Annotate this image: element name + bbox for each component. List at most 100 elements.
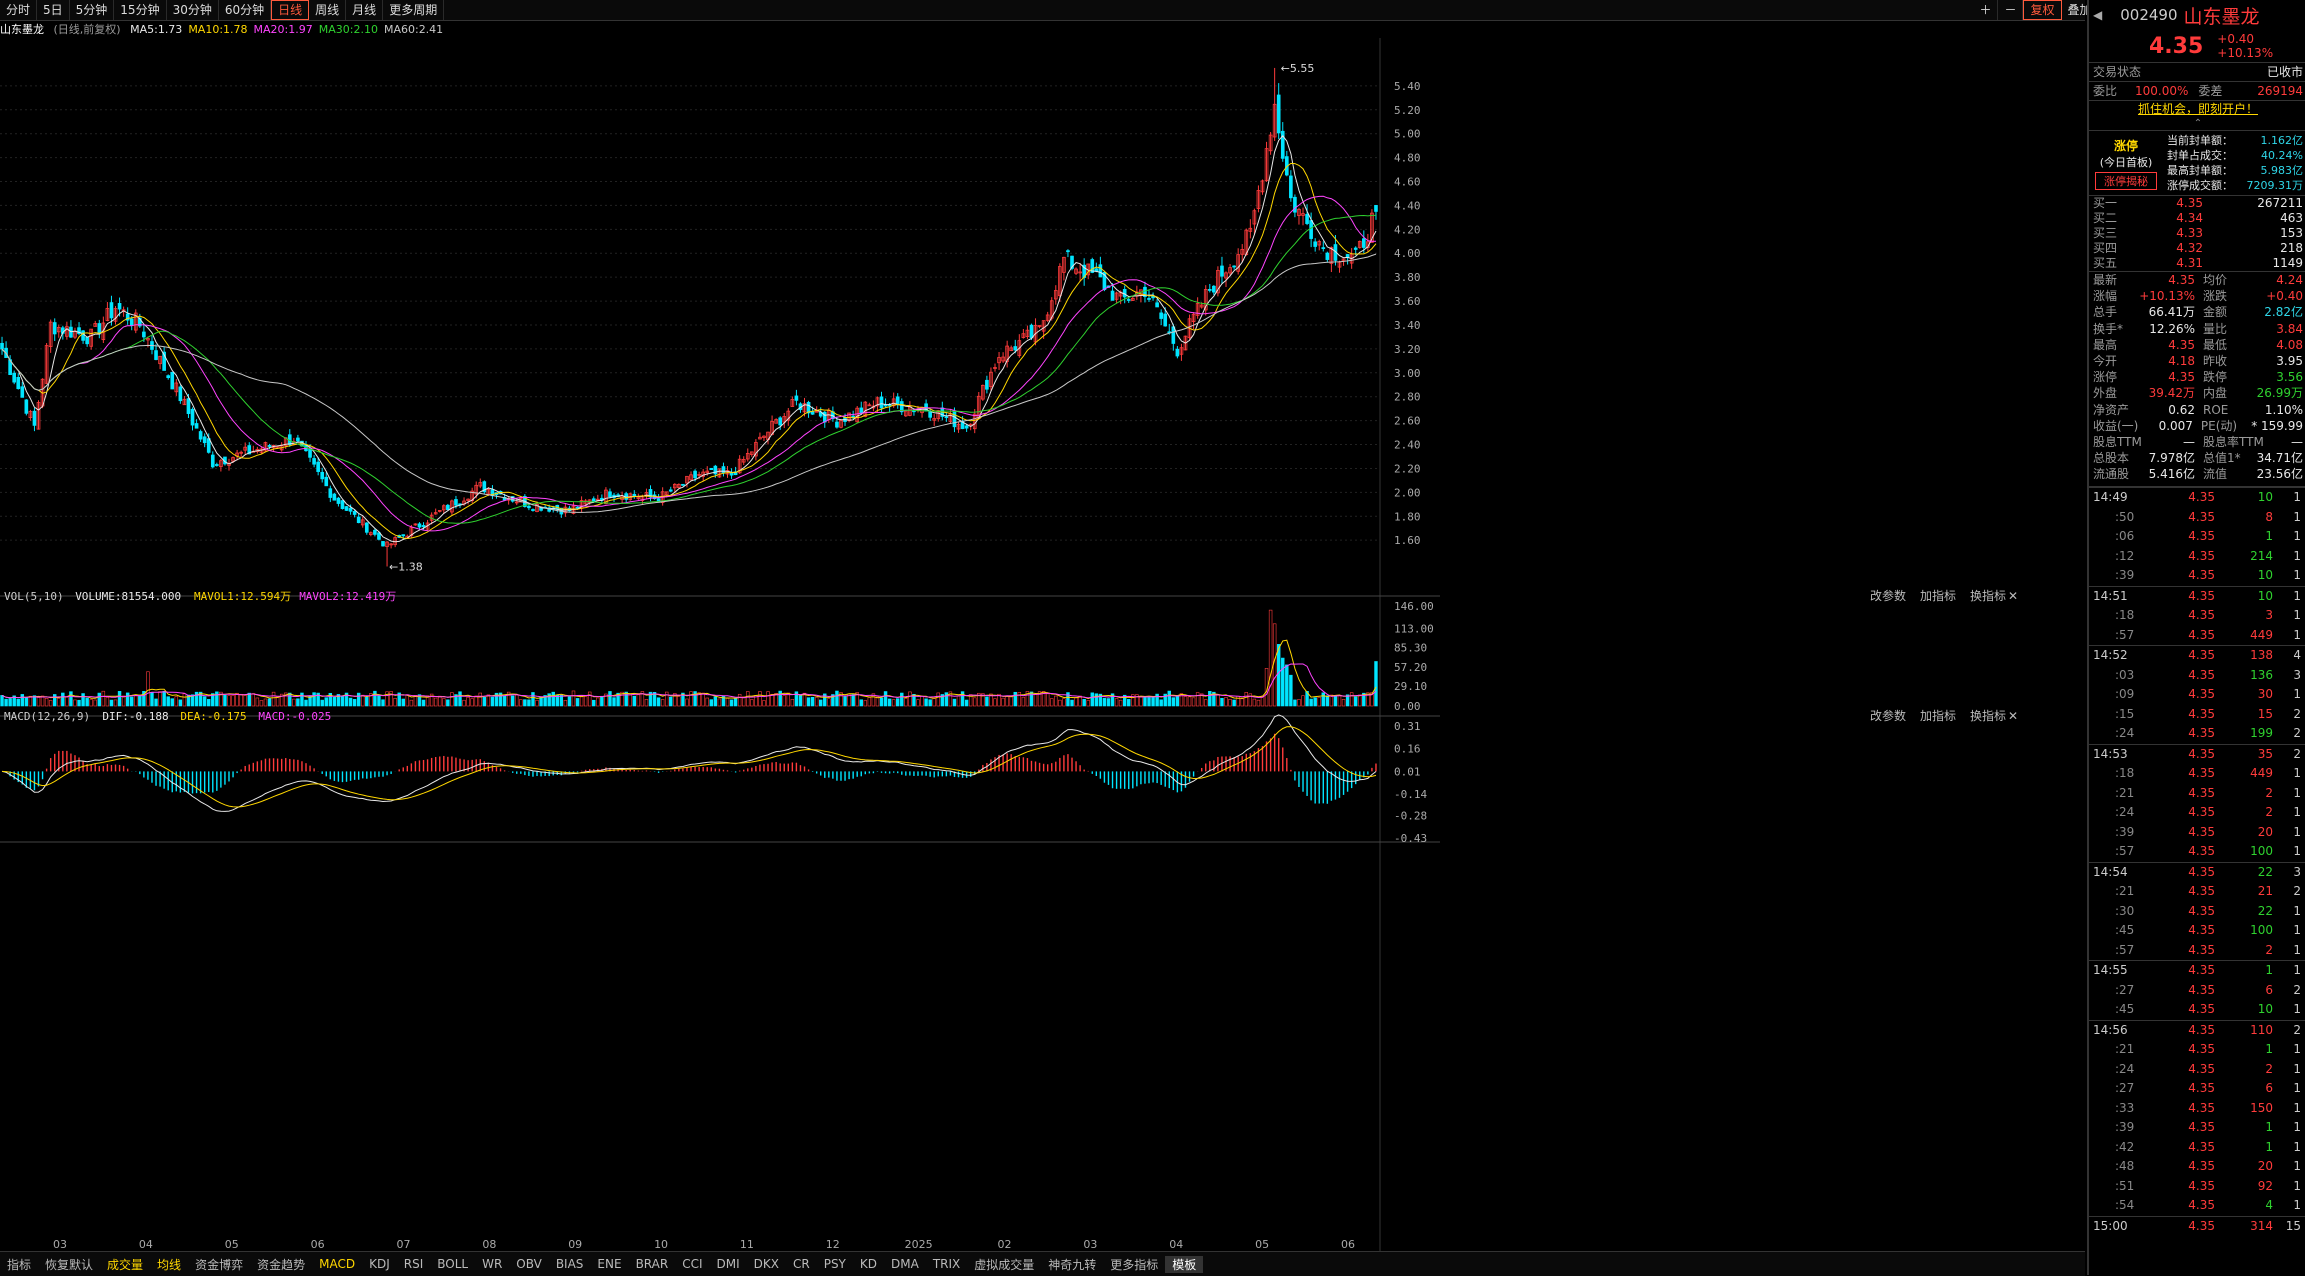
tick-row: :27 4.35 6 2 [2089, 981, 2305, 1001]
volume-bar [766, 691, 770, 707]
candle-body [364, 522, 369, 533]
pane-tool-button[interactable]: 换指标 [1970, 588, 2006, 603]
tick-count: 1 [2293, 1100, 2301, 1115]
collapse-icon[interactable]: ⌃ [2089, 118, 2305, 130]
indicator-tab-17[interactable]: DKX [747, 1257, 786, 1271]
indicator-tab-13[interactable]: ENE [590, 1257, 628, 1271]
volume-bar [579, 696, 584, 707]
candle-body [210, 454, 215, 468]
indicator-tab-20[interactable]: KD [853, 1257, 884, 1271]
limit-reveal-button[interactable]: 涨停揭秘 [2095, 172, 2157, 190]
x-tick-label: 09 [568, 1238, 582, 1251]
indicator-tab-2[interactable]: 成交量 [100, 1256, 150, 1273]
volume-bar [1337, 695, 1342, 707]
period-tab-4[interactable]: 30分钟 [167, 0, 219, 20]
tick-volume: 1 [2265, 1139, 2273, 1154]
candle-body [1305, 214, 1309, 224]
zoom-out-icon[interactable]: － [1998, 0, 2024, 20]
tick-row: :39 4.35 10 1 [2089, 566, 2305, 586]
period-tab-7[interactable]: 周线 [309, 0, 347, 20]
period-tab-1[interactable]: 5日 [37, 0, 70, 20]
candle-body [52, 322, 57, 335]
period-tab-2[interactable]: 5分钟 [70, 0, 115, 20]
limit-row: 当前封单额： 1.162亿 [2163, 133, 2305, 148]
tick-time: :48 [2115, 1159, 2135, 1174]
indicator-tab-22[interactable]: TRIX [926, 1257, 967, 1271]
tick-row: :27 4.35 6 1 [2089, 1079, 2305, 1099]
indicator-tab-18[interactable]: CR [786, 1257, 817, 1271]
period-tab-0[interactable]: 分时 [0, 0, 38, 20]
volume-bar [1086, 700, 1090, 707]
close-pane-icon[interactable]: ✕ [2008, 709, 2018, 723]
tick-time: 14:52 [2093, 648, 2128, 663]
indicator-tab-12[interactable]: BIAS [549, 1257, 591, 1271]
stat-value: 1.10% [2264, 402, 2303, 417]
indicator-tab-14[interactable]: BRAR [629, 1257, 676, 1271]
tick-time: :12 [2115, 548, 2135, 563]
toolbar-right-btn-0[interactable]: 复权 [2023, 0, 2062, 20]
stat-value: 3.84 [2276, 321, 2303, 336]
candle-body [1066, 250, 1070, 253]
tick-time: :18 [2115, 608, 2135, 623]
indicator-tab-5[interactable]: 资金趋势 [250, 1256, 312, 1273]
indicator-tab-7[interactable]: KDJ [362, 1257, 397, 1271]
volume-bar [332, 696, 337, 707]
candle-body [794, 395, 799, 401]
pane-tool-button[interactable]: 改参数 [1870, 708, 1906, 723]
period-tab-6[interactable]: 日线 [271, 0, 310, 20]
stock-name: 山东墨龙 [2183, 5, 2260, 28]
candle-body [446, 504, 450, 511]
indicator-tab-10[interactable]: WR [475, 1257, 509, 1271]
tick-price: 4.35 [2188, 509, 2215, 524]
volume-bar [1353, 696, 1358, 707]
indicator-tab-1[interactable]: 恢复默认 [38, 1256, 100, 1273]
indicator-tab-26[interactable]: 模板 [1165, 1255, 1204, 1273]
pane-tool-button[interactable]: 加指标 [1920, 588, 1956, 603]
period-tab-9[interactable]: 更多周期 [383, 0, 445, 20]
pane-tool-button[interactable]: 改参数 [1870, 588, 1906, 603]
indicator-tab-25[interactable]: 更多指标 [1103, 1256, 1165, 1273]
tick-count: 2 [2293, 746, 2301, 761]
indicator-tab-3[interactable]: 均线 [150, 1256, 188, 1273]
indicator-tab-24[interactable]: 神奇九转 [1041, 1256, 1103, 1273]
period-tab-5[interactable]: 60分钟 [219, 0, 272, 20]
volume-bar [365, 696, 369, 707]
price-tick-label: 5.40 [1394, 80, 1421, 93]
indicator-tab-4[interactable]: 资金博弈 [188, 1256, 250, 1273]
period-tab-3[interactable]: 15分钟 [114, 0, 167, 20]
stat-value: 2.82亿 [2264, 305, 2303, 320]
indicator-tab-21[interactable]: DMA [884, 1257, 926, 1271]
candle-body [1207, 289, 1212, 291]
indicator-tab-0[interactable]: 指标 [0, 1256, 38, 1273]
close-pane-icon[interactable]: ✕ [2008, 589, 2018, 603]
tick-time: :54 [2115, 1198, 2135, 1213]
indicator-tab-8[interactable]: RSI [397, 1257, 431, 1271]
volume-bar [1297, 699, 1301, 707]
period-tab-8[interactable]: 月线 [346, 0, 384, 20]
indicator-tab-19[interactable]: PSY [817, 1257, 853, 1271]
indicator-tab-15[interactable]: CCI [675, 1257, 709, 1271]
tick-row: 14:54 4.35 22 3 [2089, 861, 2305, 883]
pane-tool-button[interactable]: 换指标 [1970, 708, 2006, 723]
stat-value: 34.71亿 [2256, 451, 2303, 466]
tick-count: 3 [2293, 667, 2301, 682]
quote-panel: ◀ 002490 山东墨龙 4.35 +0.40 +10.13% 交易状态 已收… [2087, 0, 2305, 1275]
pane-tool-button[interactable]: 加指标 [1920, 708, 1956, 723]
kline-chart[interactable]: 5.40 5.20 5.00 4.80 4.60 4.40 4.20 4.00 3.80 3.60… [0, 38, 2085, 1251]
vol-header-item-3: MAVOL2:12.419万 [299, 590, 396, 603]
indicator-tab-23[interactable]: 虚拟成交量 [967, 1256, 1041, 1273]
promo-link[interactable]: 抓住机会，即刻开户！ [2138, 101, 2258, 118]
last-price: 4.35 [2149, 33, 2204, 59]
zoom-in-icon[interactable]: ＋ [1973, 0, 1999, 20]
volume-bar [896, 698, 900, 707]
volume-bar [1054, 695, 1058, 707]
tick-time: :18 [2115, 766, 2135, 781]
indicator-tab-9[interactable]: BOLL [430, 1257, 475, 1271]
ma-legend-item-1: MA10:1.78 [188, 23, 248, 36]
order-label: 买四 [2093, 241, 2118, 255]
indicator-tab-6[interactable]: MACD [312, 1257, 362, 1271]
indicator-tab-16[interactable]: DMI [710, 1257, 747, 1271]
prev-stock-icon[interactable]: ◀ [2093, 8, 2102, 22]
stat-value: — [2291, 434, 2303, 449]
indicator-tab-11[interactable]: OBV [509, 1257, 549, 1271]
